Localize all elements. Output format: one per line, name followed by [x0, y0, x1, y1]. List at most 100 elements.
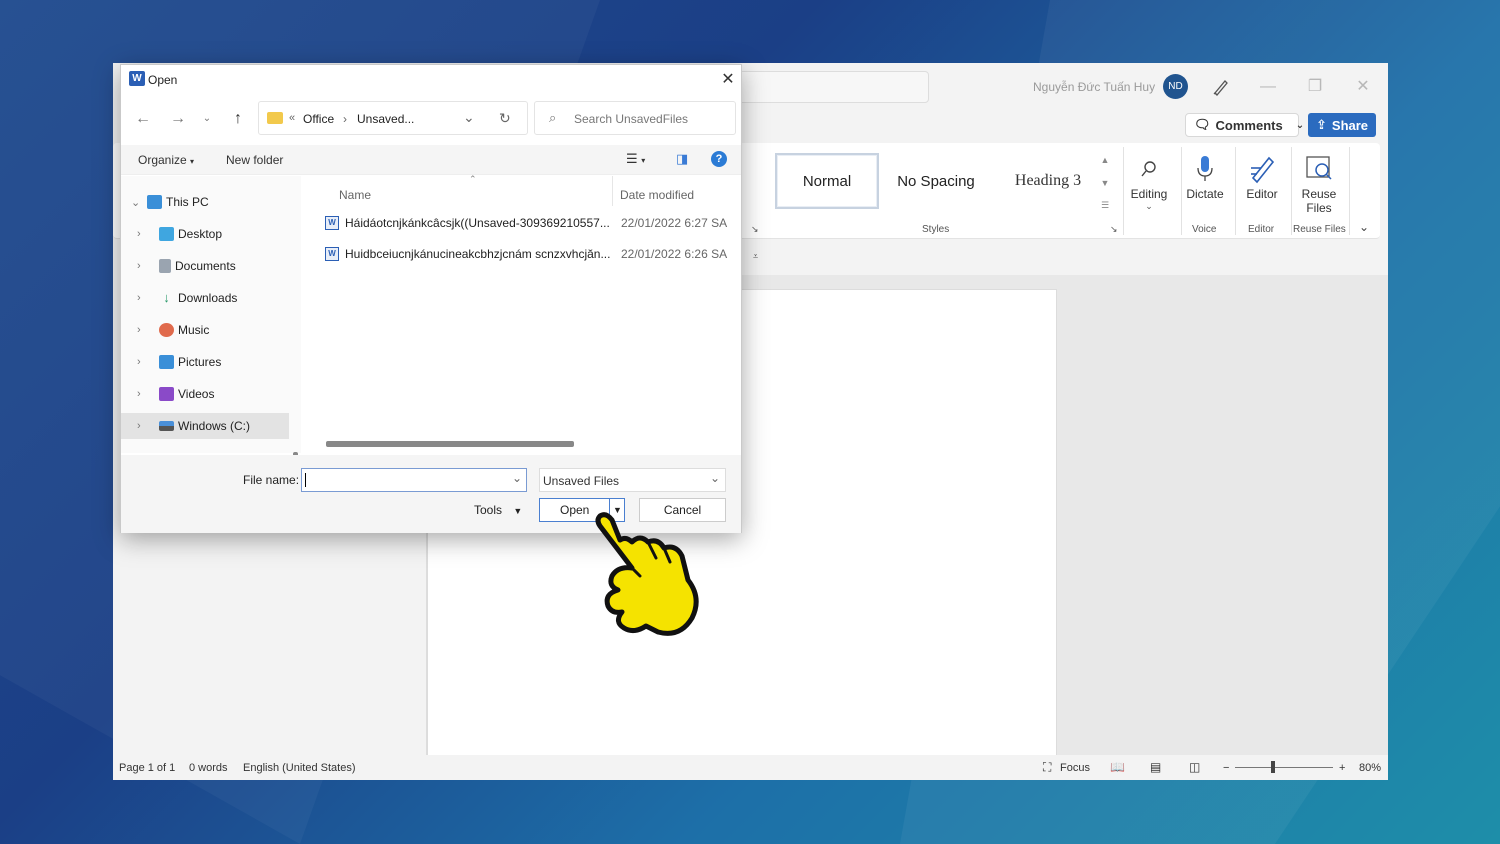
chevron-right-icon[interactable]: ›	[137, 324, 151, 336]
ribbon-collapse-icon[interactable]: ⌄	[1359, 220, 1369, 234]
preview-pane-icon[interactable]: ◨	[676, 151, 688, 167]
search-input[interactable]: ⌕ Search UnsavedFiles	[534, 101, 736, 135]
tools-button[interactable]: Tools ▼	[474, 503, 522, 517]
nav-item-desktop[interactable]: › Desktop	[121, 221, 289, 247]
styles-launcher-icon[interactable]: ↘	[1110, 224, 1118, 235]
help-icon[interactable]: ?	[711, 151, 727, 167]
breadcrumb-overflow-icon[interactable]: «	[289, 112, 295, 124]
chevron-right-icon[interactable]: ›	[137, 356, 151, 368]
nav-label: Windows (C:)	[178, 419, 251, 433]
chevron-down-icon[interactable]: ⌄	[463, 109, 475, 126]
column-separator[interactable]	[612, 176, 613, 206]
editor-label: Editor	[1246, 187, 1278, 201]
read-mode-icon[interactable]: 📖	[1110, 760, 1125, 774]
nav-label: Music	[178, 323, 210, 337]
editing-label: Editing	[1130, 187, 1168, 201]
nav-item-pictures[interactable]: › Pictures	[121, 349, 289, 375]
downloads-icon: ↓	[163, 290, 170, 305]
recent-locations-icon[interactable]: ⌄	[197, 109, 217, 129]
breadcrumb-unsaved[interactable]: Unsaved...	[357, 112, 414, 126]
nav-item-windows-c[interactable]: › Windows (C:)	[121, 413, 289, 439]
page-count[interactable]: Page 1 of 1	[119, 762, 175, 774]
zoom-level[interactable]: 80%	[1359, 762, 1381, 774]
editor-button[interactable]: Editor	[1237, 151, 1287, 201]
dictate-button[interactable]: Dictate	[1180, 151, 1230, 201]
style-normal[interactable]: Normal	[775, 153, 879, 209]
drive-icon	[159, 421, 174, 431]
open-dialog: W Open ✕ ← → ⌄ ↑ « Office › Unsaved... ⌄…	[120, 64, 742, 533]
chevron-down-icon[interactable]: ⌄	[512, 471, 522, 485]
reuse-files-button[interactable]: Reuse Files	[1294, 151, 1344, 215]
close-icon[interactable]: ✕	[717, 69, 739, 91]
print-layout-icon[interactable]: ▤	[1150, 760, 1161, 774]
file-date: 22/01/2022 6:26 SA	[621, 247, 728, 261]
close-icon[interactable]: ✕	[1351, 75, 1375, 99]
nav-item-this-pc[interactable]: ⌄ This PC	[121, 189, 289, 215]
nav-label: Downloads	[178, 291, 238, 305]
nav-item-videos[interactable]: › Videos	[121, 381, 289, 407]
comments-button[interactable]: 🗨 Comments ⌄	[1185, 113, 1304, 137]
font-launcher-icon[interactable]: ↘	[751, 224, 759, 235]
zoom-in-icon[interactable]: +	[1339, 762, 1345, 774]
file-row[interactable]: W Huidbceiucnjkánucineakcbhzjcnám scnzxv…	[325, 241, 729, 267]
nav-item-music[interactable]: › Music	[121, 317, 289, 343]
language[interactable]: English (United States)	[243, 762, 356, 774]
minimize-icon[interactable]: —	[1256, 75, 1280, 99]
breadcrumb-office[interactable]: Office	[303, 112, 334, 126]
customize-qat-icon[interactable]: ⩡	[753, 251, 758, 262]
chevron-right-icon[interactable]: ›	[137, 420, 151, 432]
reuse-label-2: Files	[1306, 201, 1332, 215]
search-icon	[1124, 151, 1174, 187]
back-icon[interactable]: ←	[133, 109, 153, 129]
column-header-name[interactable]: Name	[339, 188, 371, 202]
chevron-right-icon[interactable]: ›	[137, 388, 151, 400]
chevron-down-icon: ▼	[513, 506, 523, 516]
nav-item-downloads[interactable]: › ↓ Downloads	[121, 285, 289, 311]
forward-icon[interactable]: →	[168, 109, 188, 129]
organize-button[interactable]: Organize ▾	[138, 153, 194, 167]
scroll-up-icon[interactable]: ▲	[1098, 155, 1112, 165]
file-row[interactable]: W Háidáotcnjkánkcâcsjk((Unsaved-30936921…	[325, 210, 729, 236]
folder-icon	[267, 112, 283, 124]
view-options-icon[interactable]: ☰ ▾	[626, 151, 645, 167]
zoom-slider-thumb[interactable]	[1271, 761, 1275, 773]
zoom-out-icon[interactable]: −	[1223, 762, 1229, 774]
zoom-slider[interactable]	[1235, 767, 1333, 768]
search-placeholder: Search UnsavedFiles	[574, 112, 689, 126]
organize-label: Organize	[138, 153, 187, 167]
chevron-down-icon[interactable]: ⌄	[131, 196, 145, 209]
tools-label: Tools	[474, 503, 503, 517]
scroll-down-icon[interactable]: ▼	[1098, 178, 1112, 188]
up-icon[interactable]: ↑	[228, 109, 248, 129]
nav-item-documents[interactable]: › Documents	[121, 253, 289, 279]
chevron-right-icon[interactable]: ›	[137, 228, 151, 240]
chevron-right-icon[interactable]: ›	[137, 292, 151, 304]
more-styles-icon[interactable]: ☰	[1098, 200, 1112, 211]
focus-label[interactable]: Focus	[1060, 762, 1090, 774]
ribbon-separator	[1291, 147, 1292, 235]
chevron-right-icon[interactable]: ›	[137, 260, 151, 272]
address-bar[interactable]: « Office › Unsaved... ⌄ ↻	[258, 101, 528, 135]
title-search-box[interactable]	[723, 71, 929, 103]
desktop-icon	[159, 227, 174, 241]
restore-icon[interactable]: ❐	[1303, 75, 1327, 99]
styles-scroll[interactable]: ▲ ▼ ☰	[1098, 155, 1112, 211]
style-no-spacing[interactable]: No Spacing	[881, 153, 991, 209]
file-name-input[interactable]: ⌄	[301, 468, 527, 492]
avatar[interactable]: ND	[1163, 74, 1188, 99]
focus-icon[interactable]: ⛶	[1043, 760, 1051, 775]
voice-group-label: Voice	[1192, 224, 1217, 235]
breadcrumb-separator-icon: ›	[343, 112, 347, 126]
pen-icon[interactable]	[1211, 77, 1231, 97]
word-count[interactable]: 0 words	[189, 762, 228, 774]
share-button[interactable]: ⇪ Share	[1308, 113, 1376, 137]
new-folder-button[interactable]: New folder	[226, 153, 283, 167]
column-header-date[interactable]: Date modified	[620, 188, 694, 202]
file-type-select[interactable]: Unsaved Files ⌄	[539, 468, 726, 492]
editing-button[interactable]: Editing ⌄	[1124, 151, 1174, 212]
style-heading-3[interactable]: Heading 3	[993, 153, 1103, 209]
web-layout-icon[interactable]: ◫	[1189, 760, 1200, 774]
refresh-icon[interactable]: ↻	[499, 110, 511, 127]
share-icon: ⇪	[1316, 117, 1327, 132]
horizontal-scrollbar[interactable]	[326, 441, 574, 447]
